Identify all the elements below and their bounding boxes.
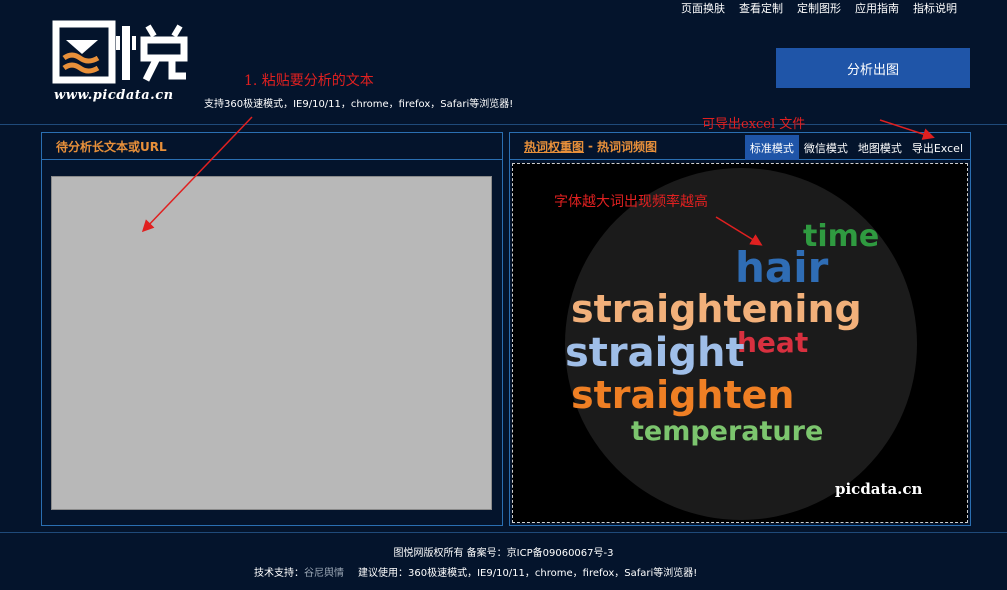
arrow-to-textarea-icon <box>141 116 253 233</box>
arrow-to-export-icon <box>879 119 935 140</box>
arrow-to-wordcloud-icon <box>715 216 763 246</box>
annotation-arrows <box>141 116 935 246</box>
